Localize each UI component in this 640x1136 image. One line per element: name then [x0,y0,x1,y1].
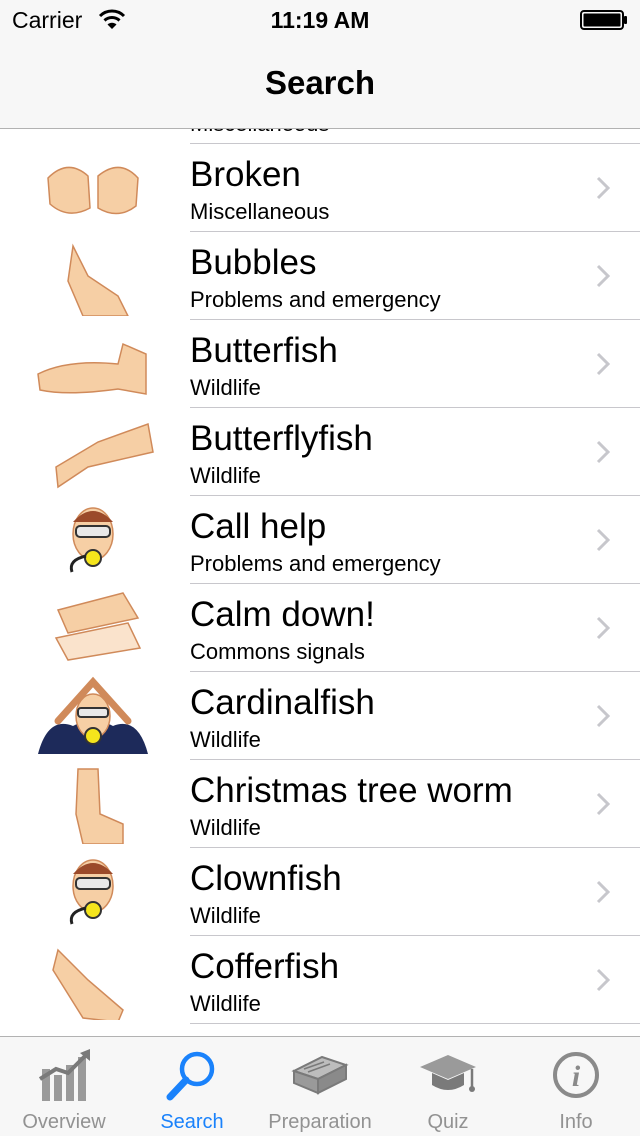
chevron-right-icon [596,352,610,376]
svg-text:i: i [572,1060,581,1093]
item-category: Wildlife [190,991,261,1016]
tab-label: Preparation [268,1111,372,1133]
list-item[interactable]: Butterfish Wildlife [0,320,640,408]
page-title: Search [264,64,376,101]
item-title: Christmas tree worm [190,771,513,810]
navigation-bar: Search [0,40,640,129]
item-title: Cardinalfish [190,683,375,722]
item-category: Wildlife [190,375,261,400]
sign-illustration-icon [28,129,158,140]
chevron-right-icon [596,528,610,552]
list-item[interactable]: Calm down! Commons signals [0,584,640,672]
graduation-cap-icon [420,1055,476,1092]
item-category: Wildlife [190,903,261,928]
list-item[interactable]: Christmas tree worm Wildlife [0,760,640,848]
item-title: Call help [190,507,327,546]
list-item[interactable]: Cardinalfish Wildlife [0,672,640,760]
list-item[interactable]: Miscellaneous [0,129,640,144]
list-item[interactable]: Bubbles Problems and emergency [0,232,640,320]
tab-label: Search [160,1111,224,1133]
item-category: Commons signals [190,639,365,664]
item-title: Bubbles [190,243,317,282]
chart-icon [38,1049,90,1101]
chevron-right-icon [596,968,610,992]
signals-list[interactable]: Miscellaneous Broken Miscellaneous Bubbles… [0,129,640,1036]
chevron-right-icon [596,880,610,904]
item-title: Cofferfish [190,947,340,986]
status-bar: Carrier 11:19 AM [0,0,640,40]
item-category: Miscellaneous [190,129,329,137]
tab-label: Quiz [427,1111,469,1133]
tab-bar: Overview Search Preparation Quiz i Info [0,1036,640,1136]
battery-icon [580,10,627,30]
list-item[interactable]: Clownfish Wildlife [0,848,640,936]
list-item[interactable] [0,1024,640,1036]
sign-illustration-icon [54,592,142,661]
status-time: 11:19 AM [270,7,370,33]
item-title: Calm down! [190,595,375,634]
item-title: Clownfish [190,859,342,898]
item-title: Butterfish [190,331,338,370]
item-category: Miscellaneous [190,199,330,224]
chevron-right-icon [596,616,610,640]
item-category: Problems and emergency [190,551,441,576]
sign-illustration-icon [69,859,114,925]
item-title: Butterflyfish [190,419,373,458]
tab-preparation[interactable]: Preparation [256,1037,384,1136]
chevron-right-icon [596,264,610,288]
tab-quiz[interactable]: Quiz [384,1037,512,1136]
chevron-right-icon [596,176,610,200]
list-item[interactable]: Cofferfish Wildlife [0,936,640,1024]
list-item[interactable]: Call help Problems and emergency [0,496,640,584]
sign-illustration-icon [69,507,114,573]
sign-illustration-icon [28,1028,158,1036]
sign-illustration-icon [47,166,139,215]
list-item[interactable]: Butterflyfish Wildlife [0,408,640,496]
tab-overview[interactable]: Overview [0,1037,128,1136]
sign-illustration-icon [75,768,124,844]
item-category: Wildlife [190,815,261,840]
item-category: Wildlife [190,727,261,752]
chevron-right-icon [596,792,610,816]
tab-info[interactable]: i Info [512,1037,640,1136]
sign-illustration-icon [67,243,129,316]
chevron-right-icon [596,440,610,464]
info-icon: i [553,1052,599,1098]
tab-label: Overview [22,1111,106,1133]
search-icon [166,1051,215,1101]
list-item[interactable]: Broken Miscellaneous [0,144,640,232]
sign-illustration-icon [55,422,154,489]
item-category: Problems and emergency [190,287,441,312]
item-title: Broken [190,155,301,194]
tab-label: Info [559,1111,593,1133]
tab-search[interactable]: Search [128,1037,256,1136]
book-icon [291,1055,349,1095]
sign-illustration-icon [52,948,124,1020]
sign-illustration-icon [38,676,148,754]
sign-illustration-icon [37,342,147,395]
chevron-right-icon [596,704,610,728]
item-category: Wildlife [190,463,261,488]
